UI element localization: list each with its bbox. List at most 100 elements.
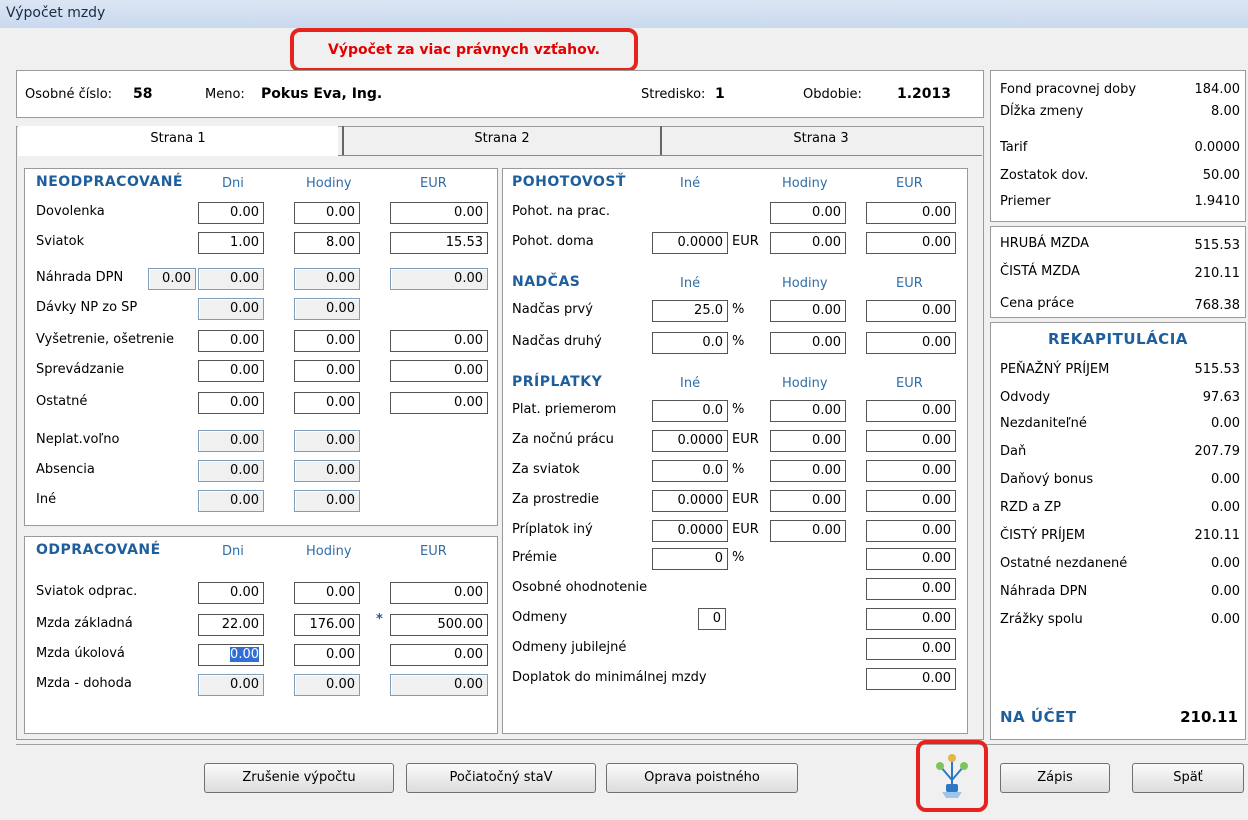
tree-icon-highlight[interactable] bbox=[916, 740, 988, 812]
dni-field[interactable]: 1.00 bbox=[198, 232, 264, 254]
eur-field[interactable]: 0.00 bbox=[866, 232, 956, 254]
row-label: Za nočnú prácu bbox=[512, 432, 614, 447]
hodiny-field[interactable]: 0.00 bbox=[770, 332, 846, 354]
eur-field[interactable]: 0.00 bbox=[390, 644, 488, 666]
eur-field[interactable]: 0.00 bbox=[390, 330, 488, 352]
eur-field[interactable]: 0.00 bbox=[866, 202, 956, 224]
hodiny-field[interactable]: 0.00 bbox=[770, 460, 846, 482]
dni-field[interactable]: 0.00 bbox=[198, 644, 264, 666]
eur-field[interactable]: 500.00 bbox=[390, 614, 488, 636]
eur-field[interactable]: 0.00 bbox=[866, 520, 956, 542]
eur-field[interactable]: 0.00 bbox=[390, 674, 488, 696]
ine-field[interactable]: 0 bbox=[698, 608, 726, 630]
neod-col-dni: Dni bbox=[222, 176, 244, 191]
unit-label: % bbox=[732, 302, 745, 317]
zrusenie-vypoctu-button[interactable]: Zrušenie výpočtu bbox=[204, 763, 394, 793]
rekap-label: Odvody bbox=[1000, 390, 1051, 405]
eur-field[interactable]: 0.00 bbox=[390, 582, 488, 604]
ine-field[interactable]: 0.0 bbox=[652, 332, 728, 354]
eur-field[interactable]: 0.00 bbox=[866, 460, 956, 482]
hodiny-field[interactable]: 0.00 bbox=[770, 300, 846, 322]
ine-field[interactable]: 0.0000 bbox=[652, 490, 728, 512]
poh-col-eur: EUR bbox=[896, 176, 923, 191]
ine-field[interactable]: 0 bbox=[652, 548, 728, 570]
tab-strana-2[interactable]: Strana 2 bbox=[342, 126, 660, 156]
hodiny-field[interactable]: 0.00 bbox=[770, 490, 846, 512]
unit-label: % bbox=[732, 402, 745, 417]
org-tree-icon bbox=[936, 754, 968, 798]
tab-strana-1[interactable]: Strana 1 bbox=[18, 126, 338, 156]
nadcas-title: NADČAS bbox=[512, 274, 581, 290]
hodiny-field[interactable]: 0.00 bbox=[294, 430, 360, 452]
dni-field[interactable]: 22.00 bbox=[198, 614, 264, 636]
dni-field[interactable]: 0.00 bbox=[198, 268, 264, 290]
hodiny-field[interactable]: 0.00 bbox=[294, 202, 360, 224]
pociatocny-stav-button[interactable]: Počiatočný staV bbox=[406, 763, 596, 793]
eur-field[interactable]: 0.00 bbox=[390, 392, 488, 414]
tab-strana-3[interactable]: Strana 3 bbox=[660, 126, 980, 156]
hodiny-field[interactable]: 0.00 bbox=[294, 268, 360, 290]
rekap-label: RZD a ZP bbox=[1000, 500, 1061, 515]
row-label: Za prostredie bbox=[512, 492, 600, 507]
eur-field[interactable]: 0.00 bbox=[866, 400, 956, 422]
hodiny-field[interactable]: 0.00 bbox=[294, 582, 360, 604]
zapis-button[interactable]: Zápis bbox=[1000, 763, 1110, 793]
eur-field[interactable]: 0.00 bbox=[866, 638, 956, 660]
eur-field[interactable]: 0.00 bbox=[866, 490, 956, 512]
dni-field[interactable]: 0.00 bbox=[198, 360, 264, 382]
eur-field[interactable]: 15.53 bbox=[390, 232, 488, 254]
hodiny-field[interactable]: 0.00 bbox=[770, 232, 846, 254]
ine-field[interactable]: 0.0000 bbox=[652, 520, 728, 542]
dni-field[interactable]: 0.00 bbox=[198, 582, 264, 604]
hodiny-field[interactable]: 0.00 bbox=[770, 202, 846, 224]
hodiny-field[interactable]: 0.00 bbox=[294, 330, 360, 352]
eur-field[interactable]: 0.00 bbox=[866, 608, 956, 630]
eur-field[interactable]: 0.00 bbox=[866, 548, 956, 570]
ine-field[interactable]: 0.0000 bbox=[652, 232, 728, 254]
hodiny-field[interactable]: 0.00 bbox=[294, 360, 360, 382]
summary-label: HRUBÁ MZDA bbox=[1000, 236, 1090, 251]
employee-info-bar: Osobné číslo: 58 Meno: Pokus Eva, Ing. S… bbox=[16, 70, 984, 118]
meno-label: Meno: bbox=[205, 87, 245, 102]
stredisko-value: 1 bbox=[715, 86, 725, 102]
pohotovost-title: POHOTOVOSŤ bbox=[512, 174, 626, 190]
hodiny-field[interactable]: 8.00 bbox=[294, 232, 360, 254]
hodiny-field[interactable]: 0.00 bbox=[770, 430, 846, 452]
hodiny-field[interactable]: 0.00 bbox=[294, 298, 360, 320]
dni-field[interactable]: 0.00 bbox=[198, 298, 264, 320]
row-label: Neplat.voľno bbox=[36, 432, 120, 447]
eur-field[interactable]: 0.00 bbox=[390, 360, 488, 382]
ine-field[interactable]: 25.0 bbox=[652, 300, 728, 322]
hodiny-field[interactable]: 0.00 bbox=[294, 644, 360, 666]
hodiny-field[interactable]: 0.00 bbox=[294, 674, 360, 696]
hodiny-field[interactable]: 0.00 bbox=[294, 490, 360, 512]
eur-field[interactable]: 0.00 bbox=[390, 268, 488, 290]
dni-field[interactable]: 0.00 bbox=[198, 330, 264, 352]
dni-field[interactable]: 0.00 bbox=[198, 392, 264, 414]
eur-field[interactable]: 0.00 bbox=[866, 578, 956, 600]
eur-field[interactable]: 0.00 bbox=[866, 300, 956, 322]
ine-field[interactable]: 0.0 bbox=[652, 400, 728, 422]
eur-field[interactable]: 0.00 bbox=[866, 668, 956, 690]
spat-button[interactable]: Späť bbox=[1132, 763, 1244, 793]
hodiny-field[interactable]: 0.00 bbox=[294, 392, 360, 414]
eur-field[interactable]: 0.00 bbox=[866, 332, 956, 354]
dni-field[interactable]: 0.00 bbox=[198, 490, 264, 512]
ine-field[interactable]: 0.0 bbox=[652, 460, 728, 482]
dni-field[interactable]: 0.00 bbox=[198, 460, 264, 482]
eur-field[interactable]: 0.00 bbox=[390, 202, 488, 224]
oprava-poistneho-button[interactable]: Oprava poistného bbox=[606, 763, 798, 793]
hodiny-field[interactable]: 0.00 bbox=[294, 460, 360, 482]
summary-label: Cena práce bbox=[1000, 296, 1075, 311]
dni-field[interactable]: 0.00 bbox=[198, 202, 264, 224]
hodiny-field[interactable]: 0.00 bbox=[770, 400, 846, 422]
dni-field[interactable]: 0.00 bbox=[198, 674, 264, 696]
hodiny-field[interactable]: 0.00 bbox=[770, 520, 846, 542]
nahrada-dpn-extra-field[interactable]: 0.00 bbox=[148, 268, 196, 290]
ine-field[interactable]: 0.0000 bbox=[652, 430, 728, 452]
row-label: Pohot. na prac. bbox=[512, 204, 611, 219]
eur-field[interactable]: 0.00 bbox=[866, 430, 956, 452]
dni-field[interactable]: 0.00 bbox=[198, 430, 264, 452]
hodiny-field[interactable]: 176.00 bbox=[294, 614, 360, 636]
row-label: Mzda úkolová bbox=[36, 646, 125, 661]
